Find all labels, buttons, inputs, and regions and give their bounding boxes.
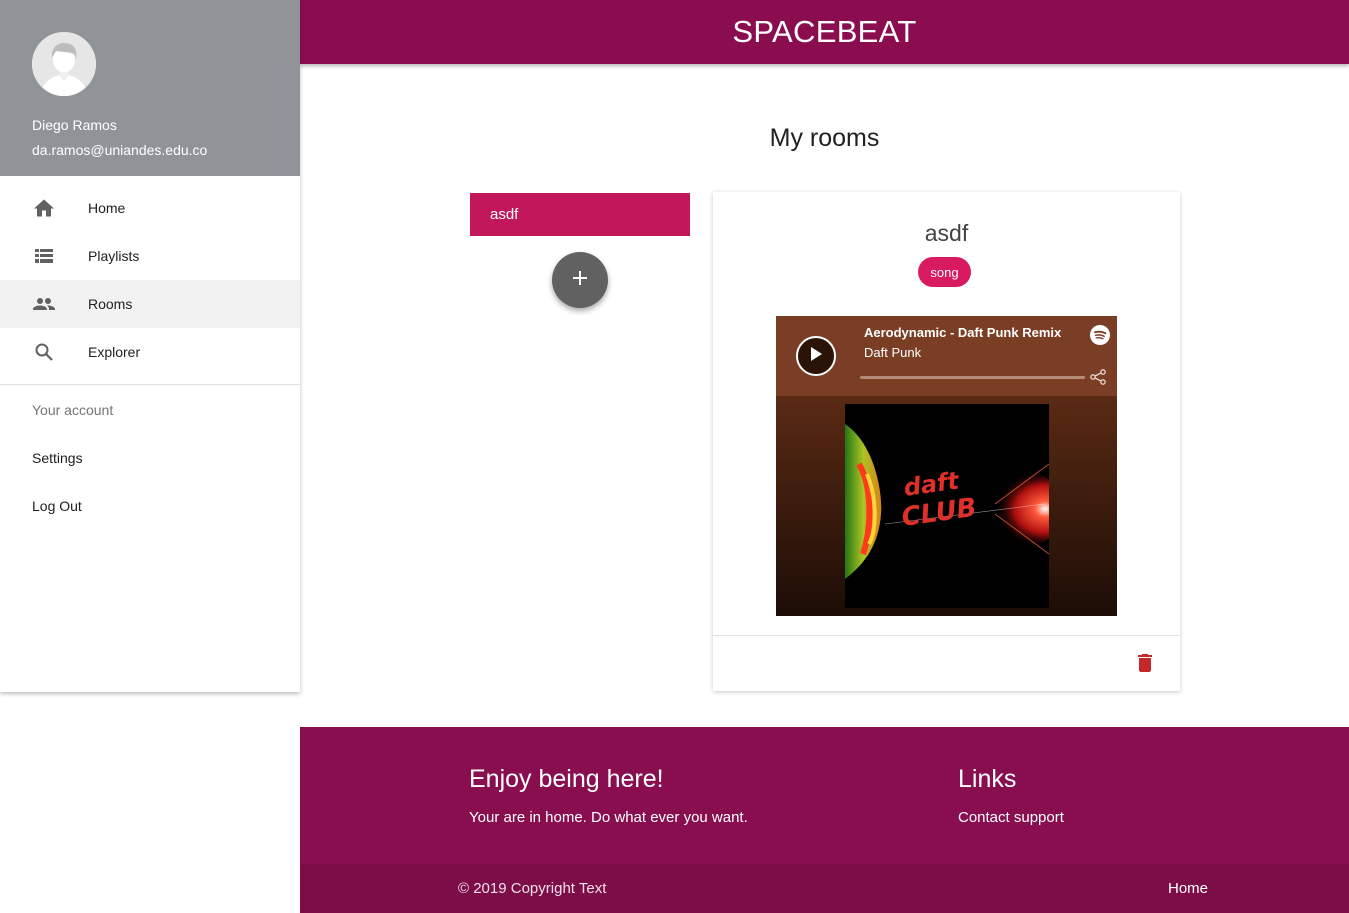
people-icon	[32, 292, 56, 316]
nav-item-playlists[interactable]: Playlists	[0, 232, 300, 280]
footer-home-link[interactable]: Home	[1168, 880, 1208, 897]
user-panel: Diego Ramos da.ramos@uniandes.edu.co	[0, 0, 300, 176]
nav-item-rooms[interactable]: Rooms	[0, 280, 300, 328]
nav-item-label: Rooms	[88, 296, 133, 312]
trash-icon	[1138, 653, 1152, 677]
nav-item-explorer[interactable]: Explorer	[0, 328, 300, 376]
nav-item-home[interactable]: Home	[0, 184, 300, 232]
footer-left-text: Your are in home. Do what ever you want.	[469, 809, 748, 826]
add-room-button[interactable]	[552, 252, 608, 308]
track-title: Aerodynamic - Daft Punk Remix	[864, 325, 1062, 340]
footer-copyright-bar: © 2019 Copyright Text Home	[300, 864, 1349, 913]
room-type-chip: song	[918, 257, 971, 287]
user-email: da.ramos@uniandes.edu.co	[32, 142, 208, 158]
plus-icon	[572, 270, 588, 291]
search-icon	[32, 340, 56, 364]
user-avatar-icon[interactable]	[32, 32, 96, 96]
nav-item-label: Home	[88, 200, 126, 216]
footer: Enjoy being here! Your are in home. Do w…	[300, 727, 1349, 913]
album-cover-image: daft CLUB	[845, 404, 1049, 608]
account-subheader: Your account	[32, 402, 114, 418]
footer-left-heading: Enjoy being here!	[469, 765, 664, 793]
page-title: My rooms	[769, 124, 880, 152]
spotify-icon[interactable]	[1090, 325, 1110, 345]
room-detail-card: asdf song Aerodynamic - Daft Punk Remix …	[713, 192, 1180, 691]
user-name: Diego Ramos	[32, 117, 117, 133]
top-app-bar: SPACEBEAT	[300, 0, 1349, 64]
sidebar: Diego Ramos da.ramos@uniandes.edu.co Hom…	[0, 0, 300, 692]
track-progress-bar[interactable]	[860, 376, 1085, 379]
app-title: SPACEBEAT	[732, 14, 917, 49]
room-title: asdf	[924, 220, 969, 246]
nav-item-label: Explorer	[88, 344, 141, 360]
logout-link[interactable]: Log Out	[0, 482, 300, 530]
play-button[interactable]	[796, 336, 836, 376]
footer-links-heading: Links	[958, 765, 1017, 793]
play-icon	[809, 346, 823, 367]
share-icon[interactable]	[1089, 368, 1107, 386]
nav-item-label: Playlists	[88, 248, 140, 264]
delete-room-button[interactable]	[1131, 651, 1159, 679]
contact-support-link[interactable]: Contact support	[958, 809, 1064, 826]
nav-divider	[0, 384, 300, 385]
copyright-text: © 2019 Copyright Text	[458, 880, 607, 897]
track-artist[interactable]: Daft Punk	[864, 345, 921, 360]
room-list-item[interactable]: asdf	[470, 193, 690, 236]
main-nav: Home Playlists Rooms Explorer Your accou…	[0, 176, 300, 530]
room-list: asdf	[470, 193, 690, 236]
list-icon	[32, 244, 56, 268]
home-icon	[32, 196, 56, 220]
card-divider	[713, 635, 1180, 636]
spotify-player: Aerodynamic - Daft Punk Remix Daft Punk	[776, 316, 1117, 616]
settings-link[interactable]: Settings	[0, 434, 300, 482]
